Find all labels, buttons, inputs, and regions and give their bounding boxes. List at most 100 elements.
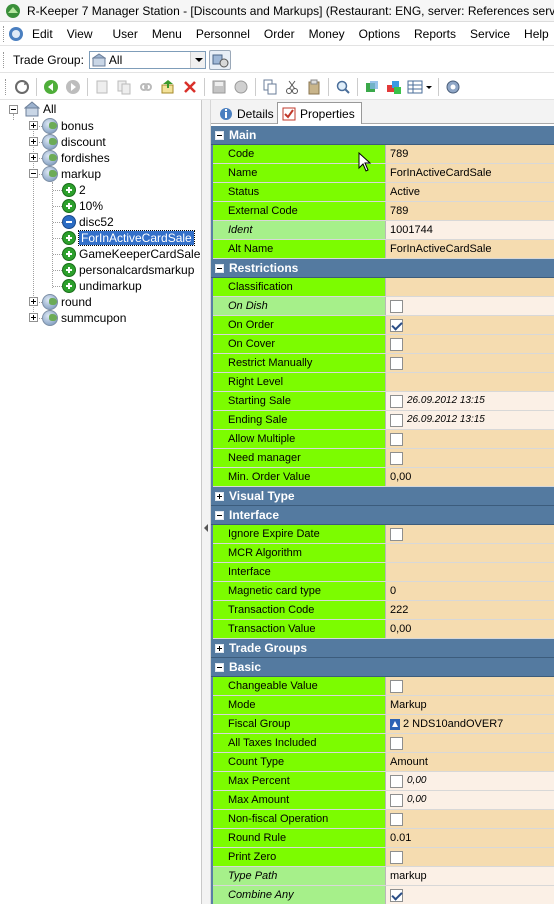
tree-node-markup[interactable]: markup <box>42 166 101 182</box>
property-row[interactable]: Status Active <box>211 183 554 202</box>
property-row[interactable]: Combine Any <box>211 886 554 904</box>
trade-group-select[interactable]: All <box>88 50 206 69</box>
property-row[interactable]: Classification <box>211 278 554 297</box>
property-row[interactable]: On Dish <box>211 297 554 316</box>
property-value[interactable] <box>385 297 554 315</box>
property-value[interactable]: 26.09.2012 13:15 <box>385 392 554 410</box>
tab-details[interactable]: Details <box>215 103 280 124</box>
copy-item-icon[interactable] <box>114 77 134 97</box>
property-row[interactable]: All Taxes Included <box>211 734 554 753</box>
property-value[interactable] <box>385 430 554 448</box>
section-header[interactable]: Visual Type <box>211 487 554 506</box>
back-icon[interactable] <box>41 77 61 97</box>
property-row[interactable]: Max Amount 0,00 <box>211 791 554 810</box>
property-checkbox[interactable] <box>390 318 403 332</box>
property-value[interactable] <box>385 677 554 695</box>
cancel-icon[interactable] <box>231 77 251 97</box>
section-header[interactable]: Restrictions <box>211 259 554 278</box>
view-icon[interactable] <box>406 77 434 97</box>
property-value[interactable] <box>385 886 554 904</box>
collapse-icon[interactable] <box>215 264 224 273</box>
property-row[interactable]: Min. Order Value 0,00 <box>211 468 554 487</box>
property-row[interactable]: Name ForInActiveCardSale <box>211 164 554 183</box>
tree-expand-discount[interactable] <box>29 137 38 146</box>
property-row[interactable]: On Order <box>211 316 554 335</box>
property-checkbox[interactable] <box>390 527 403 541</box>
delete-icon[interactable] <box>180 77 200 97</box>
property-checkbox[interactable] <box>390 451 403 465</box>
property-value[interactable] <box>385 316 554 334</box>
colors-icon[interactable] <box>384 77 404 97</box>
property-value[interactable]: 2 NDS10andOVER7 <box>385 715 554 733</box>
property-value[interactable] <box>385 278 554 296</box>
property-value[interactable] <box>385 373 554 391</box>
property-value[interactable] <box>385 848 554 866</box>
tree-collapse-root[interactable] <box>9 105 18 114</box>
property-row[interactable]: Non-fiscal Operation <box>211 810 554 829</box>
tree-item[interactable]: undimarkup <box>62 278 142 294</box>
expand-icon[interactable] <box>215 644 224 653</box>
property-value[interactable]: 0.01 <box>385 829 554 847</box>
menu-order[interactable]: Order <box>257 22 302 46</box>
tab-properties[interactable]: Properties <box>277 102 362 124</box>
menu-help[interactable]: Help <box>517 22 554 46</box>
property-value[interactable] <box>385 335 554 353</box>
property-checkbox[interactable] <box>390 394 403 408</box>
tree-item-selected[interactable]: ForInActiveCardSale <box>62 230 195 246</box>
property-value[interactable]: 0 <box>385 582 554 600</box>
property-row[interactable]: On Cover <box>211 335 554 354</box>
trade-group-button[interactable] <box>208 49 231 70</box>
property-row[interactable]: Max Percent 0,00 <box>211 772 554 791</box>
tree-expand-bonus[interactable] <box>29 121 38 130</box>
property-row[interactable]: MCR Algorithm <box>211 544 554 563</box>
property-checkbox[interactable] <box>390 356 403 370</box>
property-value[interactable] <box>385 734 554 752</box>
property-checkbox[interactable] <box>390 736 403 750</box>
tree-node-all[interactable]: All <box>23 101 56 117</box>
property-row[interactable]: Alt Name ForInActiveCardSale <box>211 240 554 259</box>
property-row[interactable]: Print Zero <box>211 848 554 867</box>
property-value[interactable]: Active <box>385 183 554 201</box>
property-checkbox[interactable] <box>390 679 403 693</box>
property-value[interactable] <box>385 544 554 562</box>
property-value[interactable] <box>385 449 554 467</box>
link-icon[interactable] <box>136 77 156 97</box>
property-checkbox[interactable] <box>390 774 403 788</box>
property-row[interactable]: Transaction Code 222 <box>211 601 554 620</box>
tree-item[interactable]: personalcardsmarkup <box>62 262 194 278</box>
property-value[interactable]: Markup <box>385 696 554 714</box>
export-icon[interactable] <box>158 77 178 97</box>
copy-icon[interactable] <box>260 77 280 97</box>
collapse-icon[interactable] <box>215 663 224 672</box>
property-value[interactable] <box>385 810 554 828</box>
menu-edit[interactable]: Edit <box>25 22 60 46</box>
property-checkbox[interactable] <box>390 299 403 313</box>
property-row[interactable]: Type Path markup <box>211 867 554 886</box>
tree-item[interactable]: 10% <box>62 198 103 214</box>
property-row[interactable]: Fiscal Group 2 NDS10andOVER7 <box>211 715 554 734</box>
filter-icon[interactable] <box>362 77 382 97</box>
property-value[interactable]: ForInActiveCardSale <box>385 240 554 258</box>
menu-service[interactable]: Service <box>463 22 517 46</box>
property-value[interactable] <box>385 354 554 372</box>
property-checkbox[interactable] <box>390 793 403 807</box>
property-checkbox[interactable] <box>390 432 403 446</box>
property-row[interactable]: Round Rule 0.01 <box>211 829 554 848</box>
section-header[interactable]: Interface <box>211 506 554 525</box>
menu-view[interactable]: View <box>60 22 100 46</box>
menu-money[interactable]: Money <box>302 22 352 46</box>
tree-expand-summcupon[interactable] <box>29 313 38 322</box>
property-row[interactable]: Ident 1001744 <box>211 221 554 240</box>
property-row[interactable]: Starting Sale 26.09.2012 13:15 <box>211 392 554 411</box>
menu-options[interactable]: Options <box>352 22 407 46</box>
settings-icon[interactable] <box>443 77 463 97</box>
property-row[interactable]: Allow Multiple <box>211 430 554 449</box>
property-row[interactable]: Mode Markup <box>211 696 554 715</box>
menu-reports[interactable]: Reports <box>407 22 463 46</box>
collapse-icon[interactable] <box>215 131 224 140</box>
property-row[interactable]: Code 789 <box>211 145 554 164</box>
tree-node-bonus[interactable]: bonus <box>42 118 94 134</box>
paste-icon[interactable] <box>304 77 324 97</box>
property-value[interactable]: markup <box>385 867 554 885</box>
property-value[interactable]: 789 <box>385 202 554 220</box>
